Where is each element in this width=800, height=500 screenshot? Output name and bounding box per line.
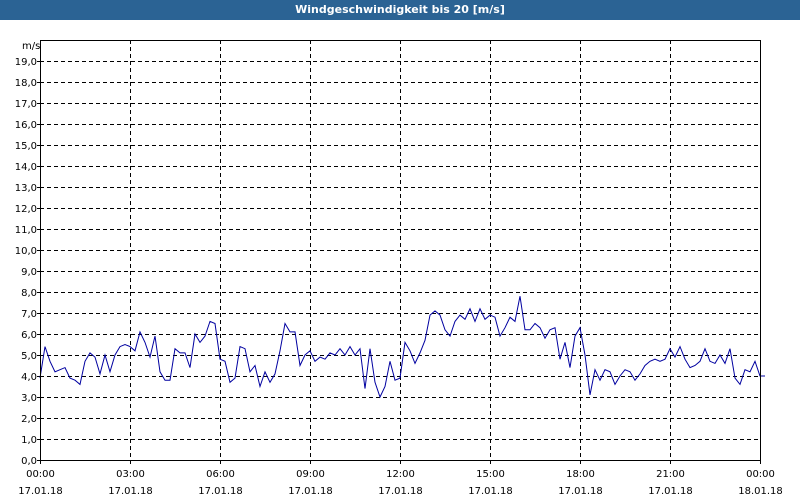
x-tick-date-label: 17.01.18 (288, 486, 333, 497)
y-tick-label: 8,0 (21, 288, 37, 299)
grid (37, 40, 761, 464)
x-tick-date-label: 17.01.18 (468, 486, 513, 497)
wind-speed-chart: m/s 0,0 1,0 2,0 3,0 4,0 5,0 6,0 7,0 8,0 9,0 10,0 11… (15, 40, 783, 497)
y-tick-label: 4,0 (21, 372, 37, 383)
y-tick-label: 19,0 (15, 57, 37, 68)
x-tick-date-label: 17.01.18 (378, 486, 423, 497)
y-tick-label: 15,0 (15, 141, 37, 152)
y-tick-label: 0,0 (21, 456, 37, 467)
x-tick-time-label: 21:00 (656, 469, 685, 480)
y-tick-label: 12,0 (15, 204, 37, 215)
x-tick-time-label: 00:00 (26, 469, 55, 480)
x-tick-date-label: 18.01.18 (738, 486, 783, 497)
x-tick-date-label: 17.01.18 (108, 486, 153, 497)
series-group (39, 296, 765, 399)
x-tick-date-label: 17.01.18 (18, 486, 63, 497)
y-tick-label: 13,0 (15, 183, 37, 194)
x-tick-time-label: 06:00 (206, 469, 235, 480)
x-tick-time-label: 00:00 (746, 469, 775, 480)
y-tick-label: 10,0 (15, 246, 37, 257)
y-tick-label: 16,0 (15, 120, 37, 131)
y-tick-label: 3,0 (21, 393, 37, 404)
x-tick-time-label: 12:00 (386, 469, 415, 480)
x-tick-time-label: 03:00 (116, 469, 145, 480)
x-tick-date-label: 17.01.18 (648, 486, 693, 497)
y-tick-label: 2,0 (21, 414, 37, 425)
y-tick-label: 1,0 (21, 435, 37, 446)
y-tick-label: 6,0 (21, 330, 37, 341)
x-tick-time-label: 09:00 (296, 469, 325, 480)
series-line (39, 296, 765, 399)
x-tick-date-label: 17.01.18 (198, 486, 243, 497)
y-tick-label: 5,0 (21, 351, 37, 362)
y-tick-labels: 0,0 1,0 2,0 3,0 4,0 5,0 6,0 7,0 8,0 9,0 10,0 11,0 12… (15, 57, 37, 467)
y-tick-label: 9,0 (21, 267, 37, 278)
y-tick-label: 17,0 (15, 99, 37, 110)
x-tick-time-label: 15:00 (476, 469, 505, 480)
x-tick-labels: 00:00 17.01.18 03:00 17.01.18 06:00 17.01.18 0… (18, 469, 783, 497)
x-tick-date-label: 17.01.18 (558, 486, 603, 497)
y-tick-label: 18,0 (15, 78, 37, 89)
x-tick-time-label: 18:00 (566, 469, 595, 480)
y-axis-unit-label: m/s (22, 41, 40, 52)
y-tick-label: 14,0 (15, 162, 37, 173)
y-tick-label: 11,0 (15, 225, 37, 236)
y-tick-label: 7,0 (21, 309, 37, 320)
